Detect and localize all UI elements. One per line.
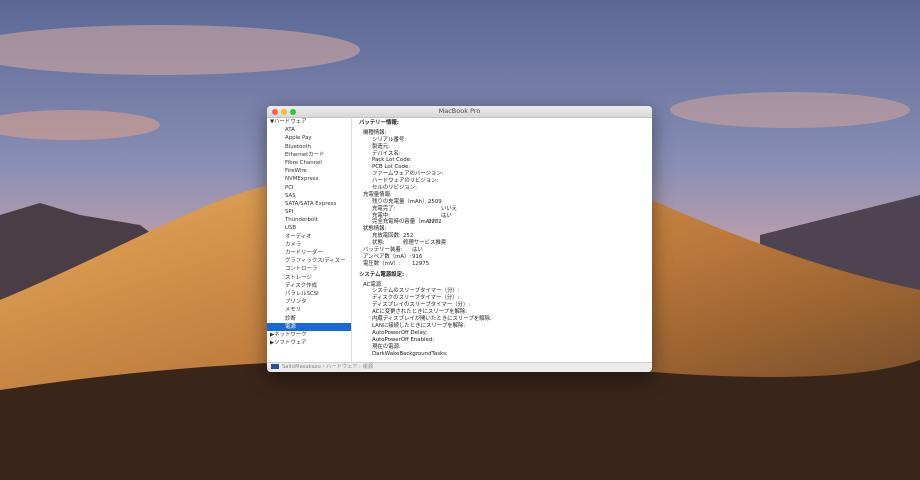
path-text: SaitoMasakazu › ハードウェア › 電源 bbox=[282, 364, 374, 370]
label: 現在の電源: bbox=[372, 343, 401, 350]
sidebar-item[interactable]: Apple Pay bbox=[267, 134, 351, 142]
sidebar-item[interactable]: SAS bbox=[267, 192, 351, 200]
sidebar-item[interactable]: 電源 bbox=[267, 322, 351, 331]
sidebar-item[interactable]: Ethernetカード bbox=[267, 151, 351, 159]
system-information-window: MacBook Pro ▼ハードウェア ATA Apple Pay Bluetoot… bbox=[267, 106, 652, 372]
label: ACに変更されたときにスリープを解除: bbox=[372, 309, 468, 316]
label: 状態: bbox=[372, 240, 385, 247]
label: アンペア数（mA）: bbox=[363, 253, 412, 260]
sidebar-group-network[interactable]: ▶ネットワーク bbox=[267, 331, 351, 339]
label: セルのリビジョン: bbox=[372, 185, 417, 192]
sidebar-group-hardware[interactable]: ▼ハードウェア bbox=[267, 118, 351, 126]
info-row: 残りの充電量（mAh）: 2509 bbox=[359, 199, 652, 206]
sidebar-group-software[interactable]: ▶ソフトウェア bbox=[267, 339, 351, 347]
label: 充電量情報: bbox=[363, 191, 392, 198]
sidebar-item[interactable]: グラフィックス/ディスー bbox=[267, 257, 351, 265]
value: 12975 bbox=[412, 260, 430, 267]
sidebar-item[interactable]: ストレージ bbox=[267, 274, 351, 282]
label: ハードウェアのリビジョン: bbox=[372, 178, 439, 185]
info-row: バッテリー装着: はい bbox=[359, 247, 652, 254]
label: 残りの充電量（mAh）: bbox=[372, 198, 430, 205]
label: デバイス名: bbox=[372, 150, 401, 157]
label: 製造元: bbox=[372, 143, 390, 150]
sidebar-item[interactable]: カードリーダー bbox=[267, 249, 351, 257]
detail-pane: バッテリー情報: 機種情報: シリアル番号: 製造元: デバイス名: Pack … bbox=[353, 118, 652, 362]
sidebar-item[interactable]: PCI bbox=[267, 184, 351, 192]
info-row: アンペア数（mA）: 916 bbox=[359, 254, 652, 261]
sidebar-item[interactable]: NVMExpress bbox=[267, 175, 351, 183]
label: LANに接続したときにスリープを解除: bbox=[372, 322, 466, 329]
sidebar-item[interactable]: カメラ bbox=[267, 241, 351, 249]
label: Pack Lot Code: bbox=[372, 157, 412, 164]
sidebar-item[interactable]: オーディオ bbox=[267, 233, 351, 241]
label: 機種情報: bbox=[363, 129, 387, 136]
label: DarkWakeBackgroundTasks: bbox=[372, 350, 448, 357]
sidebar-item[interactable]: メモリ bbox=[267, 306, 351, 314]
value: はい bbox=[441, 212, 452, 219]
info-row: 電圧数（mV）: 12975 bbox=[359, 261, 652, 268]
sidebar-item[interactable]: プリンタ bbox=[267, 298, 351, 306]
section-title: システム電源設定: bbox=[359, 271, 405, 278]
value: いいえ bbox=[441, 205, 458, 212]
sidebar-item[interactable]: ディスク作成 bbox=[267, 282, 351, 290]
label: シリアル番号: bbox=[372, 136, 407, 143]
sidebar-item[interactable]: FireWire bbox=[267, 167, 351, 175]
sidebar-item[interactable]: Bluetooth bbox=[267, 143, 351, 151]
sidebar-item[interactable]: Thunderbolt bbox=[267, 216, 351, 224]
label: バッテリー装着: bbox=[363, 247, 403, 254]
label: AutoPowerOff Delay: bbox=[372, 329, 428, 336]
sidebar-item[interactable]: SPI bbox=[267, 208, 351, 216]
label: 内蔵ディスプレイが開いたときにスリープを解除: bbox=[372, 316, 492, 323]
info-row: 状態: 修理サービス推奨 bbox=[359, 240, 652, 247]
label: 状態情報: bbox=[363, 226, 387, 233]
sidebar-item[interactable]: ATA bbox=[267, 126, 351, 134]
window-title: MacBook Pro bbox=[438, 107, 481, 115]
sidebar-item[interactable]: USB bbox=[267, 224, 351, 232]
label: 充電完了: bbox=[372, 205, 396, 212]
info-row: 完全充電時の容量（mAh）: 2782 bbox=[359, 219, 652, 226]
title-bar[interactable]: MacBook Pro bbox=[267, 106, 652, 118]
info-row: 充電完了: いいえ bbox=[359, 206, 652, 213]
value: 修理サービス推奨 bbox=[403, 240, 447, 247]
label: AutoPowerOff Enabled: bbox=[372, 336, 435, 343]
value: はい bbox=[412, 247, 423, 254]
sidebar-item[interactable]: パラレルSCSI bbox=[267, 290, 351, 298]
sidebar[interactable]: ▼ハードウェア ATA Apple Pay Bluetooth Ethernetカード… bbox=[267, 118, 352, 362]
sidebar-item[interactable]: 診断 bbox=[267, 315, 351, 323]
label: 電圧数（mV）: bbox=[363, 260, 401, 267]
value: 916 bbox=[412, 253, 423, 260]
sidebar-item[interactable]: コントローラ bbox=[267, 265, 351, 273]
label: 充電中: bbox=[372, 212, 390, 219]
sidebar-item[interactable]: SATA/SATA Express bbox=[267, 200, 351, 208]
value: 2782 bbox=[428, 219, 442, 226]
value: 2509 bbox=[428, 198, 442, 205]
computer-icon bbox=[271, 364, 279, 369]
sidebar-item[interactable]: Fibre Channel bbox=[267, 159, 351, 167]
label: 充放電回数: bbox=[372, 233, 401, 240]
path-bar: SaitoMasakazu › ハードウェア › 電源 bbox=[267, 362, 652, 372]
section-title: バッテリー情報: bbox=[359, 120, 399, 126]
